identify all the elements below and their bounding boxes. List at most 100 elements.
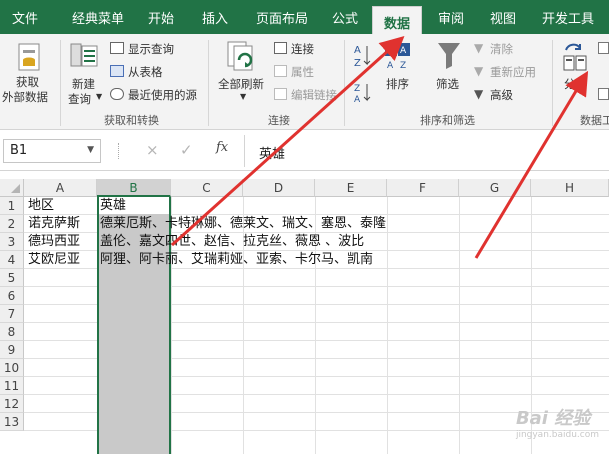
advanced-filter-icon: ▼ (474, 87, 484, 101)
formula-bar-grip[interactable] (118, 143, 120, 159)
filter-label: 筛选 (436, 77, 459, 91)
tab-page-layout[interactable]: 页面布局 (256, 0, 308, 34)
name-box[interactable]: B1 ▼ (3, 139, 101, 163)
svg-text:Z: Z (354, 58, 361, 69)
tab-insert[interactable]: 插入 (202, 0, 228, 34)
text-to-columns-icon (563, 43, 587, 71)
cell-a2[interactable]: 诺克萨斯 (28, 215, 80, 233)
cell-a4[interactable]: 艾欧尼亚 (28, 251, 80, 269)
row-header-9[interactable]: 9 (0, 341, 24, 359)
show-queries-label: 显示查询 (128, 42, 174, 56)
insert-function-icon[interactable]: fx (216, 140, 228, 155)
cell-a1[interactable]: 地区 (28, 197, 54, 215)
cell-b1[interactable]: 英雄 (100, 197, 126, 215)
sort-za-icon: Z A (354, 84, 371, 104)
gridline (387, 197, 388, 454)
row-header-3[interactable]: 3 (0, 233, 24, 251)
formula-input-value: 英雄 (259, 147, 286, 162)
group-separator (60, 40, 61, 126)
tab-home[interactable]: 开始 (148, 0, 174, 34)
worksheet-grid[interactable]: A B C D E F G H 1 2 3 4 5 6 7 8 9 10 11 … (0, 175, 609, 454)
cell-b3[interactable]: 盖伦、嘉文四世、赵信、拉克丝、薇恩 、波比 (100, 233, 364, 251)
cell-b2[interactable]: 德莱厄斯、卡特琳娜、德莱文、瑞文、塞恩、泰隆 (100, 215, 386, 233)
row-header-13[interactable]: 13 (0, 413, 24, 431)
column-header-f[interactable]: F (387, 179, 459, 197)
tab-classic-menu[interactable]: 经典菜单 (72, 0, 124, 34)
row-header-8[interactable]: 8 (0, 323, 24, 341)
sort-az-icon: A Z (354, 45, 371, 69)
table-icon (110, 42, 124, 54)
tab-data[interactable]: 数据 (372, 6, 422, 34)
grid-icon (110, 65, 124, 77)
svg-text:A: A (354, 95, 361, 104)
cancel-icon[interactable]: × (146, 141, 159, 159)
ribbon-tab-bar: 文件 经典菜单 开始 插入 页面布局 公式 数据 审阅 视图 开发工具 (0, 0, 609, 34)
from-table-label: 从表格 (128, 65, 163, 79)
clear-filter-icon: ▼ (474, 41, 484, 55)
group-connections-label: 连接 (268, 114, 290, 127)
reapply-label: 重新应用 (490, 65, 536, 79)
refresh-all-label: 全部刷新 (218, 77, 264, 91)
row-header-10[interactable]: 10 (0, 359, 24, 377)
properties-icon (274, 65, 287, 77)
row-header-5[interactable]: 5 (0, 269, 24, 287)
new-query-label-2: 查询 (68, 92, 91, 106)
row-header-4[interactable]: 4 (0, 251, 24, 269)
column-header-a[interactable]: A (24, 179, 97, 197)
clear-label: 清除 (490, 42, 513, 56)
advanced-label: 高级 (490, 88, 513, 102)
refresh-icon (227, 41, 253, 71)
select-all-button[interactable] (0, 179, 24, 197)
name-box-value: B1 (10, 143, 28, 158)
row-header-6[interactable]: 6 (0, 287, 24, 305)
flash-fill-icon (598, 42, 609, 54)
properties-label: 属性 (291, 65, 314, 79)
group-separator (552, 40, 553, 126)
tab-view[interactable]: 视图 (490, 0, 516, 34)
get-data-label-2: 外部数据 (2, 90, 48, 104)
cell-b4[interactable]: 阿狸、阿卡丽、艾瑞莉娅、亚索、卡尔马、凯南 (100, 251, 373, 269)
svg-text:A: A (387, 61, 394, 71)
row-header-2[interactable]: 2 (0, 215, 24, 233)
row-header-1[interactable]: 1 (0, 197, 24, 215)
group-separator (208, 40, 209, 126)
watermark-url: jingyan.baidu.com (515, 430, 599, 440)
row-header-11[interactable]: 11 (0, 377, 24, 395)
text-to-columns-label: 分列 (564, 77, 587, 91)
svg-text:A: A (400, 46, 407, 56)
reapply-icon: ▼ (474, 64, 484, 78)
cell-a3[interactable]: 德玛西亚 (28, 233, 80, 251)
tab-developer[interactable]: 开发工具 (542, 0, 594, 34)
enter-icon[interactable]: ✓ (180, 141, 193, 159)
column-header-h[interactable]: H (531, 179, 609, 197)
clock-icon (110, 88, 124, 100)
column-header-e[interactable]: E (315, 179, 387, 197)
chevron-down-icon: ▼ (240, 92, 247, 101)
edit-links-label: 编辑链接 (291, 88, 337, 102)
formula-input[interactable]: 英雄 (244, 135, 608, 167)
formula-bar: B1 ▼ × ✓ fx 英雄 (0, 131, 609, 171)
connections-label: 连接 (291, 42, 314, 56)
column-header-c[interactable]: C (171, 179, 243, 197)
tab-review[interactable]: 审阅 (438, 0, 464, 34)
new-query-icon (70, 43, 98, 67)
gridline (459, 197, 460, 454)
chevron-down-icon: ▼ (87, 145, 94, 155)
recent-sources-label: 最近使用的源 (128, 88, 197, 102)
sort-dialog-icon: Z A A Z (385, 43, 410, 71)
get-data-label-1: 获取 (16, 75, 39, 89)
group-sort-filter-label: 排序和筛选 (420, 114, 475, 127)
column-header-d[interactable]: D (243, 179, 315, 197)
ribbon-data: 获取 外部数据 新建 查询 ▼ 显示查询 从表格 最近使用的源 获取和转换 全部… (0, 34, 609, 130)
column-header-g[interactable]: G (459, 179, 531, 197)
watermark-text: Bai 经验 (515, 408, 591, 429)
sort-label: 排序 (386, 77, 409, 91)
tab-formulas[interactable]: 公式 (332, 0, 358, 34)
tab-file[interactable]: 文件 (12, 0, 38, 34)
row-header-12[interactable]: 12 (0, 395, 24, 413)
filter-icon (438, 43, 460, 69)
group-separator (344, 40, 345, 126)
svg-text:A: A (354, 45, 361, 56)
column-header-b[interactable]: B (97, 179, 171, 197)
row-header-7[interactable]: 7 (0, 305, 24, 323)
